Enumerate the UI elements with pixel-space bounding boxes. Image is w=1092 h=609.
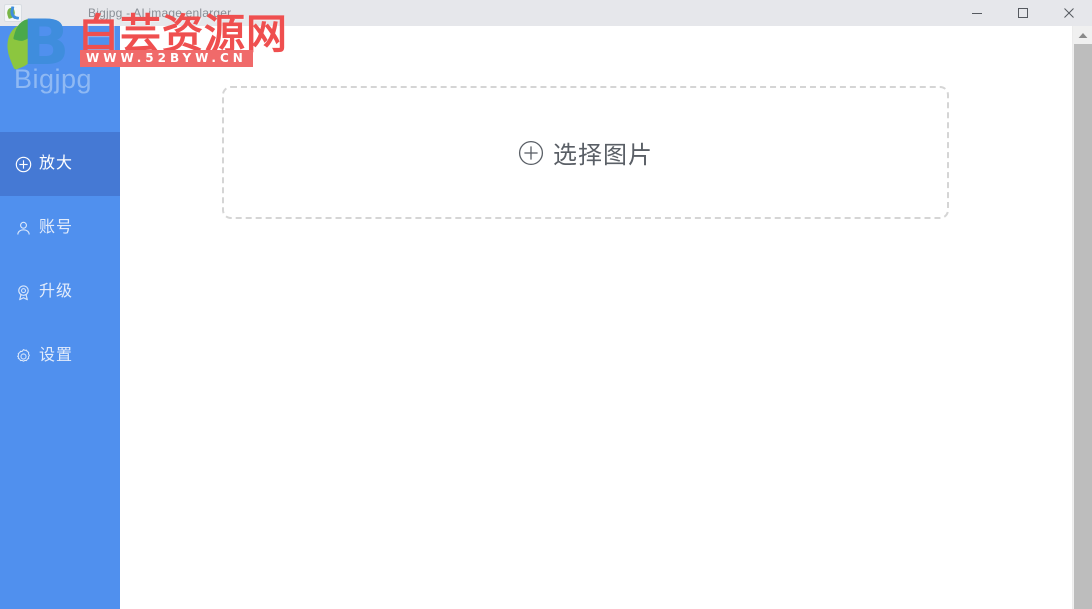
- application-window: Bigjpg - AI image enlarger Bigjpg 放大 账号 …: [0, 0, 1092, 609]
- select-image-label: 选择图片: [553, 142, 653, 169]
- plus-circle-icon: [14, 155, 32, 173]
- user-icon: [14, 219, 32, 237]
- sidebar-item-label: 升级: [39, 283, 74, 300]
- close-icon: [1064, 8, 1074, 18]
- sidebar-item-label: 设置: [39, 347, 74, 364]
- plus-circle-icon: [518, 140, 544, 166]
- brand-name: Bigjpg: [14, 63, 93, 94]
- sidebar-nav: 放大 账号 升级 设置: [0, 132, 120, 388]
- gear-icon: [14, 347, 32, 365]
- title-bar: Bigjpg - AI image enlarger: [0, 0, 1092, 26]
- scrollbar-thumb[interactable]: [1074, 44, 1092, 609]
- maximize-button[interactable]: [1000, 0, 1046, 26]
- chevron-up-icon: [1078, 32, 1088, 38]
- sidebar-item-label: 账号: [39, 219, 74, 236]
- main-content: 选择图片: [120, 26, 1072, 609]
- sidebar-item-enlarge[interactable]: 放大: [0, 132, 120, 196]
- brand-logo: Bigjpg: [0, 26, 120, 132]
- bigjpg-app-icon: [4, 4, 22, 22]
- sidebar-item-label: 放大: [39, 155, 74, 172]
- sidebar-item-upgrade[interactable]: 升级: [0, 260, 120, 324]
- minimize-icon: [972, 13, 982, 14]
- close-button[interactable]: [1046, 0, 1092, 26]
- maximize-icon: [1018, 8, 1028, 18]
- minimize-button[interactable]: [954, 0, 1000, 26]
- sidebar-item-settings[interactable]: 设置: [0, 324, 120, 388]
- window-controls: [954, 0, 1092, 26]
- image-dropzone[interactable]: 选择图片: [222, 86, 949, 219]
- award-icon: [14, 283, 32, 301]
- scroll-up-button[interactable]: [1073, 26, 1092, 44]
- sidebar-item-account[interactable]: 账号: [0, 196, 120, 260]
- vertical-scrollbar[interactable]: [1072, 26, 1092, 609]
- window-title: Bigjpg - AI image enlarger: [88, 6, 232, 20]
- sidebar: Bigjpg 放大 账号 升级 设置: [0, 26, 120, 609]
- select-image-button[interactable]: 选择图片: [518, 135, 653, 170]
